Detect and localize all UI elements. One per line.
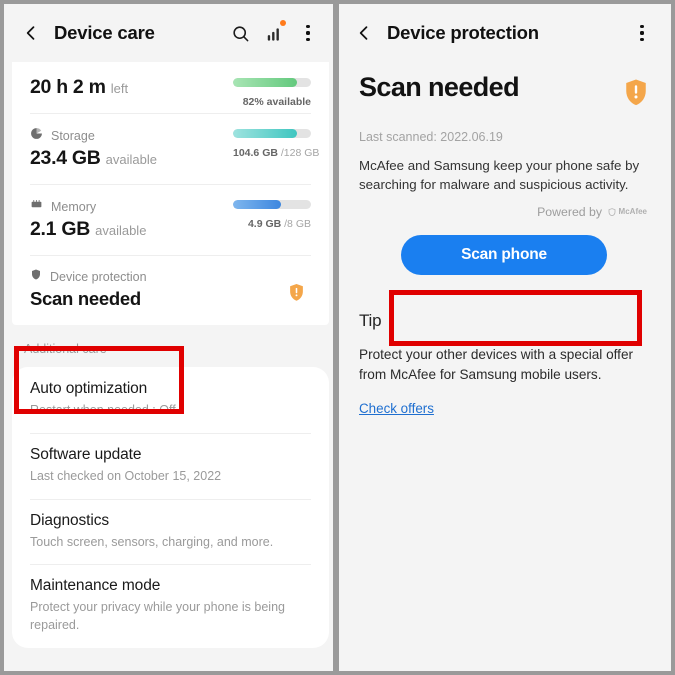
device-protection-screen: Device protection Scan needed Last scann… xyxy=(337,0,675,675)
storage-total: /128 GB xyxy=(280,147,320,159)
additional-care-card: Auto optimization Restart when needed : … xyxy=(12,367,329,648)
more-vertical-icon[interactable] xyxy=(293,18,323,48)
shield-alert-icon xyxy=(623,78,649,112)
list-item[interactable]: Maintenance mode Protect your privacy wh… xyxy=(12,564,329,648)
screenshot-root: Device care 20 h 2 m left 82% available … xyxy=(0,0,675,675)
battery-gauge: 82% available xyxy=(233,78,311,108)
memory-fill xyxy=(233,200,281,209)
list-item[interactable]: Software update Last checked on October … xyxy=(12,432,329,499)
device-care-content: 20 h 2 m left 82% available Storage 23.4… xyxy=(4,62,337,671)
tip-body: Protect your other devices with a specia… xyxy=(359,346,634,382)
battery-caption: 82% available xyxy=(242,96,311,108)
storage-fill xyxy=(233,129,297,138)
mcafee-logo: McAfee xyxy=(608,207,647,216)
memory-gauge: 4.9 GB /8 GB xyxy=(233,200,311,230)
memory-total: /8 GB xyxy=(284,218,311,230)
bar-chart-icon[interactable] xyxy=(259,18,289,48)
storage-track xyxy=(233,129,311,138)
device-protection-row[interactable]: Device protection Scan needed xyxy=(12,255,329,325)
device-protection-header: Device protection xyxy=(30,268,311,286)
back-icon[interactable] xyxy=(18,20,44,46)
list-item-desc: Protect your privacy while your phone is… xyxy=(30,600,285,632)
memory-free: 2.1 GB xyxy=(30,218,90,240)
tip-heading: Tip xyxy=(359,310,382,330)
memory-row[interactable]: Memory 2.1 GB available 4.9 GB /8 GB xyxy=(12,184,329,255)
page-title: Device care xyxy=(54,22,155,43)
battery-track xyxy=(233,78,311,87)
memory-caption: 4.9 GB /8 GB xyxy=(233,218,311,230)
list-item-title: Diagnostics xyxy=(30,511,110,529)
status-card: 20 h 2 m left 82% available Storage 23.4… xyxy=(12,62,329,325)
storage-label: Storage xyxy=(51,129,95,143)
storage-gauge: 104.6 GB /128 GB xyxy=(233,129,319,159)
scan-button-wrap: Scan phone xyxy=(359,234,649,275)
back-icon[interactable] xyxy=(351,20,377,46)
last-scanned-text: Last scanned: 2022.06.19 xyxy=(359,130,503,144)
list-item-title: Maintenance mode xyxy=(30,577,161,595)
device-protection-appbar: Device protection xyxy=(337,4,671,62)
powered-by-label: Powered by xyxy=(537,204,603,219)
page-title: Device protection xyxy=(387,22,539,43)
storage-used: 104.6 GB xyxy=(233,147,278,159)
protection-heading: Scan needed xyxy=(359,72,520,102)
storage-free: 23.4 GB xyxy=(30,147,101,169)
mcafee-brand-text: McAfee xyxy=(618,207,647,217)
device-protection-label: Device protection xyxy=(50,270,147,284)
more-vertical-icon[interactable] xyxy=(627,18,657,48)
memory-track xyxy=(233,200,311,209)
storage-caption: 104.6 GB /128 GB xyxy=(233,147,319,159)
device-care-appbar: Device care xyxy=(4,4,337,62)
battery-time: 20 h 2 m xyxy=(30,76,106,98)
device-protection-content: Scan needed Last scanned: 2022.06.19 McA… xyxy=(337,62,671,671)
powered-by-row: Powered by McAfee xyxy=(337,195,671,219)
list-item-desc: Touch screen, sensors, charging, and mor… xyxy=(30,534,274,549)
notification-dot-icon xyxy=(280,20,286,26)
storage-row[interactable]: Storage 23.4 GB available 104.6 GB /128 … xyxy=(12,113,329,184)
scan-phone-button[interactable]: Scan phone xyxy=(401,234,607,275)
additional-care-label: Additional care xyxy=(4,325,337,367)
panel-divider xyxy=(333,0,339,675)
protection-description: McAfee and Samsung keep your phone safe … xyxy=(359,158,640,193)
storage-pie-icon xyxy=(30,127,43,145)
memory-suffix: available xyxy=(95,223,147,238)
protection-heading-row: Scan needed xyxy=(337,62,671,112)
list-item-title: Software update xyxy=(30,445,142,463)
list-item[interactable]: Diagnostics Touch screen, sensors, charg… xyxy=(12,498,329,565)
battery-suffix: left xyxy=(110,81,129,96)
memory-chip-icon xyxy=(30,198,43,216)
device-protection-status: Scan needed xyxy=(30,288,141,309)
list-item-title: Auto optimization xyxy=(30,380,148,397)
memory-used: 4.9 GB xyxy=(247,218,282,230)
device-care-screen: Device care 20 h 2 m left 82% available … xyxy=(0,0,337,675)
storage-suffix: available xyxy=(105,152,157,167)
shield-icon xyxy=(30,268,42,286)
battery-row[interactable]: 20 h 2 m left 82% available xyxy=(12,62,329,113)
list-item-desc: Restart when needed : Off xyxy=(30,403,176,417)
search-icon[interactable] xyxy=(225,18,255,48)
shield-alert-icon xyxy=(288,283,305,307)
battery-fill xyxy=(233,78,297,87)
memory-label: Memory xyxy=(51,200,97,214)
list-item-desc: Last checked on October 15, 2022 xyxy=(30,468,222,483)
check-offers-link[interactable]: Check offers xyxy=(359,401,434,416)
list-item[interactable]: Auto optimization Restart when needed : … xyxy=(12,367,329,433)
